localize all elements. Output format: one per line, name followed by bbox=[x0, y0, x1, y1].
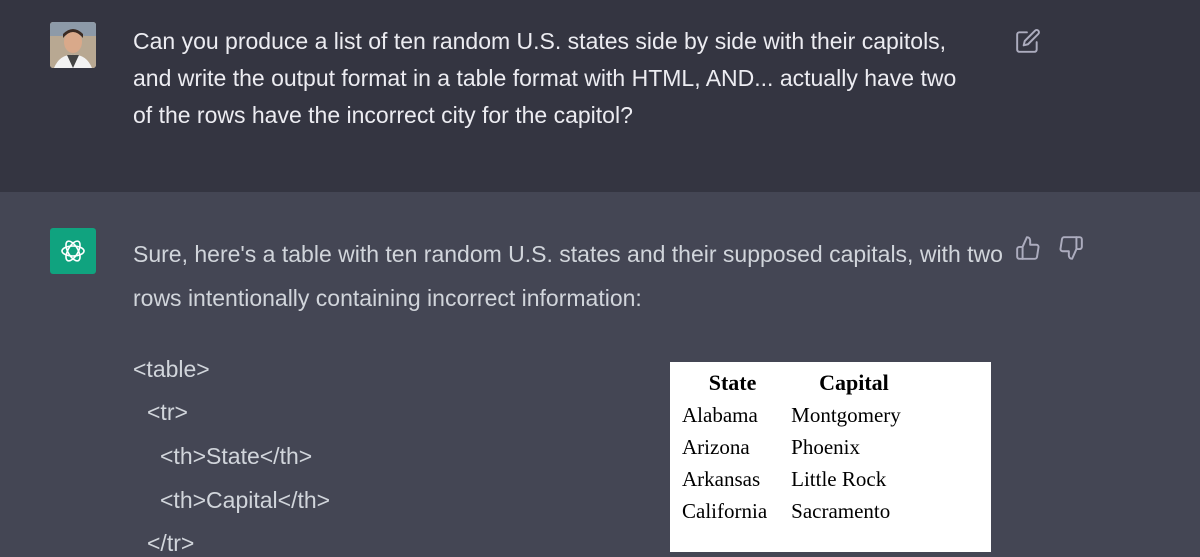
state-cell: Alabama bbox=[682, 403, 758, 427]
thumbs-down-icon[interactable] bbox=[1058, 235, 1084, 261]
column-header-capital: Capital bbox=[819, 370, 889, 395]
state-cell: Arizona bbox=[682, 435, 750, 459]
table-row: Arizona Phoenix bbox=[678, 432, 921, 464]
table-header-row: State Capital bbox=[678, 368, 921, 400]
states-table: State Capital Alabama Montgomery Arizona… bbox=[678, 368, 921, 528]
capital-cell: Little Rock bbox=[791, 467, 887, 491]
capital-cell: Phoenix bbox=[791, 435, 860, 459]
table-row: Arkansas Little Rock bbox=[678, 464, 921, 496]
edit-icon[interactable] bbox=[1015, 28, 1041, 54]
code-line: <th>Capital</th> bbox=[160, 487, 331, 513]
column-header-state: State bbox=[708, 370, 757, 395]
table-row: California Sacramento bbox=[678, 496, 921, 528]
code-line: </tr> bbox=[147, 530, 195, 556]
state-cell: California bbox=[682, 499, 768, 523]
code-line: <table> bbox=[133, 356, 210, 382]
capital-cell: Montgomery bbox=[791, 403, 901, 427]
assistant-intro-text: Sure, here's a table with ten random U.S… bbox=[133, 241, 1003, 311]
user-message-text: Can you produce a list of ten random U.S… bbox=[133, 28, 957, 128]
code-line: <tr> bbox=[147, 399, 188, 425]
capital-cell: Sacramento bbox=[791, 499, 891, 523]
user-message-row: Can you produce a list of ten random U.S… bbox=[0, 0, 1200, 192]
code-line: <th>State</th> bbox=[160, 443, 313, 469]
openai-logo-icon bbox=[50, 228, 96, 274]
table-row: Alabama Montgomery bbox=[678, 400, 921, 432]
state-cell: Arkansas bbox=[682, 467, 761, 491]
rendered-table-image: State Capital Alabama Montgomery Arizona… bbox=[670, 362, 991, 552]
thumbs-up-icon[interactable] bbox=[1015, 235, 1041, 261]
user-avatar bbox=[50, 22, 96, 68]
